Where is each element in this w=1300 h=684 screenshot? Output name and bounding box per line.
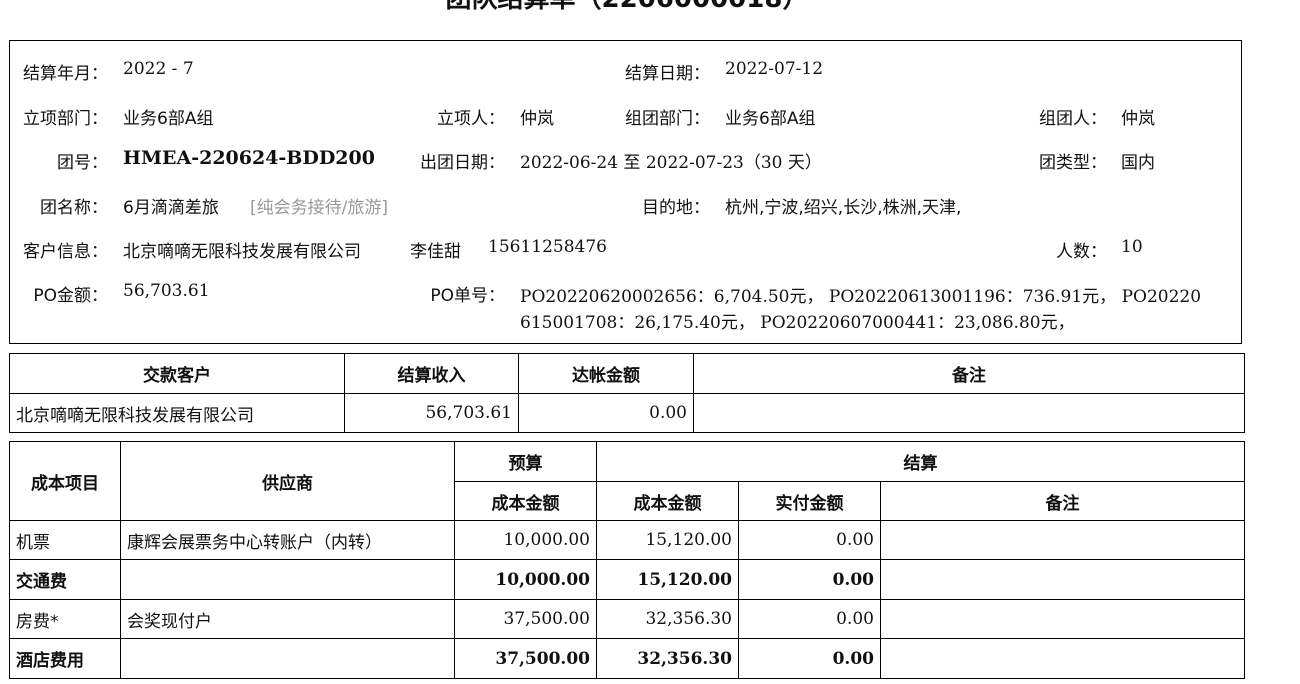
item-cell: 酒店费用 <box>9 638 121 679</box>
name-tag: [纯会务接待/旅游] <box>250 198 388 218</box>
type-label: 团类型： <box>1039 153 1107 173</box>
header-budget: 预算 <box>454 441 597 482</box>
budget-cell: 10,000.00 <box>454 559 597 600</box>
dept-label: 立项部门： <box>23 109 108 129</box>
header-paid: 实付金额 <box>738 481 881 521</box>
paid-cell: 0.00 <box>738 520 881 560</box>
grouper-label: 组团人： <box>1039 109 1107 129</box>
name-value: 6月滴滴差旅 <box>123 198 219 218</box>
cost-header-row-1: 成本项目 供应商 预算 结算 <box>9 441 1246 521</box>
table-row: 房费* 会奖现付户 37,500.00 32,356.30 0.00 <box>9 599 1246 639</box>
subtotal-row: 交通费 10,000.00 15,120.00 0.00 <box>9 559 1246 600</box>
note-cell <box>693 393 1245 433</box>
po-amount-label: PO金额： <box>33 286 108 306</box>
name-label: 团名称： <box>40 198 108 218</box>
budget-cell: 10,000.00 <box>454 520 597 560</box>
paid-cell: 0.00 <box>738 599 881 639</box>
supplier-cell: 会奖现付户 <box>120 599 455 639</box>
header-cost-note: 备注 <box>879 481 1246 521</box>
customer-value: 北京嘀嘀无限科技发展有限公司 <box>123 242 361 262</box>
table-row: 机票 康辉会展票务中心转账户（内转） 10,000.00 15,120.00 0… <box>9 520 1246 560</box>
settle-month-label: 结算年月： <box>23 64 108 84</box>
po-no-label: PO单号： <box>430 286 505 306</box>
tour-no-label: 团号： <box>57 153 108 173</box>
depart-label: 出团日期： <box>420 153 505 173</box>
creator-label: 立项人： <box>437 109 505 129</box>
cost-cell: 15,120.00 <box>596 559 739 600</box>
grouper-value: 仲岚 <box>1121 109 1155 129</box>
settle-date-label: 结算日期： <box>625 64 710 84</box>
supplier-cell: 康辉会展票务中心转账户（内转） <box>120 520 455 560</box>
item-cell: 交通费 <box>9 559 121 600</box>
header-income: 结算收入 <box>344 353 519 394</box>
dest-label: 目的地： <box>642 198 710 218</box>
supplier-cell <box>120 638 455 679</box>
header-settle-cost: 成本金额 <box>596 481 739 521</box>
settle-month-value: 2022 - 7 <box>123 59 194 79</box>
budget-cell: 37,500.00 <box>454 599 597 639</box>
note-cell <box>879 520 1246 560</box>
cost-cell: 32,356.30 <box>596 599 739 639</box>
group-dept-label: 组团部门： <box>625 109 710 129</box>
settle-date-value: 2022-07-12 <box>725 59 824 79</box>
header-customer: 交款客户 <box>9 353 345 394</box>
count-label: 人数： <box>1056 242 1107 262</box>
subtotal-row: 酒店费用 37,500.00 32,356.30 0.00 <box>9 638 1246 679</box>
header-supplier: 供应商 <box>120 441 455 521</box>
item-cell: 房费* <box>9 599 121 639</box>
contact-phone: 15611258476 <box>488 237 607 257</box>
item-cell: 机票 <box>9 520 121 560</box>
budget-cell: 37,500.00 <box>454 638 597 679</box>
dept-value: 业务6部A组 <box>123 109 214 129</box>
paid-cell: 0.00 <box>738 559 881 600</box>
note-cell <box>879 599 1246 639</box>
header-arrived: 达帐金额 <box>518 353 694 394</box>
creator-value: 仲岚 <box>520 109 554 129</box>
payment-table: 交款客户 结算收入 达帐金额 备注 北京嘀嘀无限科技发展有限公司 56,703.… <box>9 353 1245 433</box>
cost-table: 成本项目 供应商 预算 结算 成本金额 成本金额 实付金额 备注 机票 康辉会展… <box>9 441 1246 679</box>
type-value: 国内 <box>1121 153 1155 173</box>
customer-cell: 北京嘀嘀无限科技发展有限公司 <box>9 393 345 433</box>
group-dept-value: 业务6部A组 <box>725 109 816 129</box>
note-cell <box>879 638 1246 679</box>
contact-name: 李佳甜 <box>410 242 461 262</box>
po-no-line-2: 615001708：26,175.40元， PO20220607000441：2… <box>520 313 1075 333</box>
table-row: 北京嘀嘀无限科技发展有限公司 56,703.61 0.00 <box>9 393 1245 433</box>
arrived-cell: 0.00 <box>518 393 694 433</box>
po-no-line-1: PO20220620002656：6,704.50元， PO2022061300… <box>520 287 1202 307</box>
tour-info-panel: 结算年月： 2022 - 7 结算日期： 2022-07-12 立项部门： 业务… <box>9 40 1242 344</box>
supplier-cell <box>120 559 455 600</box>
tour-no-value: HMEA-220624-BDD200 <box>123 147 375 169</box>
depart-value: 2022-06-24 至 2022-07-23（30 天） <box>520 153 822 173</box>
count-value: 10 <box>1121 237 1143 257</box>
paid-cell: 0.00 <box>738 638 881 679</box>
header-item: 成本项目 <box>9 441 121 521</box>
cost-cell: 32,356.30 <box>596 638 739 679</box>
income-cell: 56,703.61 <box>344 393 519 433</box>
dest-value: 杭州,宁波,绍兴,长沙,株洲,天津, <box>725 198 962 218</box>
cost-cell: 15,120.00 <box>596 520 739 560</box>
header-note: 备注 <box>693 353 1245 394</box>
header-settle: 结算 <box>595 441 1246 482</box>
note-cell <box>879 559 1246 600</box>
payment-header-row: 交款客户 结算收入 达帐金额 备注 <box>9 353 1245 394</box>
header-budget-cost: 成本金额 <box>454 481 597 521</box>
po-amount-value: 56,703.61 <box>123 281 210 301</box>
page-title: 团队结算单（2206000018） <box>0 0 1254 15</box>
customer-label: 客户信息： <box>23 242 108 262</box>
